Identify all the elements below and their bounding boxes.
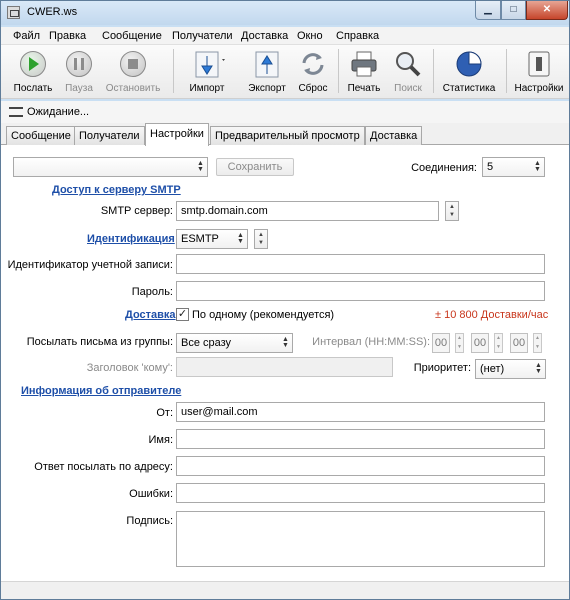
import-button[interactable]: Импорт (183, 49, 231, 94)
menu-file[interactable]: Файл (13, 30, 40, 42)
name-label: Имя: (148, 434, 173, 446)
one-by-one-label: По одному (рекомендуется) (192, 309, 335, 321)
pause-button[interactable]: Пауза (57, 49, 101, 94)
maximize-button[interactable]: □ (501, 1, 526, 20)
menu-message[interactable]: Сообщение (102, 30, 162, 42)
signature-label: Подпись: (126, 515, 173, 527)
sender-section-link[interactable]: Информация об отправителе (21, 385, 181, 397)
delivery-link[interactable]: Доставка (125, 309, 176, 321)
profile-select[interactable]: ▲ ▼ (13, 157, 208, 177)
close-button[interactable]: ✕ (526, 1, 568, 20)
status-text: Ожидание... (27, 106, 90, 118)
chevron-updown-icon: ▲ ▼ (282, 336, 289, 349)
title-bar[interactable]: CWER.ws ▁ □ ✕ (1, 1, 569, 25)
send-button[interactable]: Послать (7, 49, 59, 94)
chevron-updown-icon: ▲ ▼ (237, 232, 244, 245)
waiting-icon (9, 107, 23, 117)
settings-button[interactable]: Настройки (511, 49, 567, 94)
priority-label: Приоритет: (413, 362, 471, 374)
connections-label: Соединения: (411, 162, 477, 174)
reply-to-input[interactable] (176, 456, 545, 476)
reset-icon (298, 49, 328, 79)
settings-panel: ▲ ▼ Сохранить Соединения: 5 ▲ ▼ Доступ к с… (1, 145, 569, 581)
import-icon (192, 49, 225, 79)
stop-icon (118, 49, 148, 79)
account-label: Идентификатор учетной записи: (7, 259, 173, 271)
chevron-updown-icon: ▲ ▼ (534, 160, 541, 173)
stats-icon (454, 49, 484, 79)
toolbar: Послать Пауза Остановить Импорт Экспорт … (1, 45, 569, 99)
interval-hours-spinner[interactable]: ▲ ▼ (455, 333, 464, 353)
menu-bar: Файл Правка Сообщение Получатели Доставк… (1, 27, 569, 45)
export-icon (252, 49, 282, 79)
tab-message[interactable]: Сообщение (6, 126, 76, 145)
app-window: CWER.ws ▁ □ ✕ Файл Правка Сообщение Полу… (0, 0, 570, 600)
interval-minutes[interactable]: 00 (471, 333, 489, 353)
toolbar-separator (433, 49, 434, 93)
auth-select[interactable]: ESMTP ▲ ▼ (176, 229, 248, 249)
errors-input[interactable] (176, 483, 545, 503)
toolbar-separator (338, 49, 339, 93)
chevron-updown-icon: ▲ ▼ (535, 362, 542, 375)
print-icon (349, 49, 379, 79)
save-button[interactable]: Сохранить (216, 158, 294, 176)
priority-select[interactable]: (нет) ▲ ▼ (475, 359, 546, 379)
auth-link[interactable]: Идентификация (87, 233, 175, 245)
from-label: От: (156, 407, 173, 419)
password-input[interactable] (176, 281, 545, 301)
interval-hours[interactable]: 00 (432, 333, 450, 353)
toolbar-separator (506, 49, 507, 93)
statistics-button[interactable]: Статистика (438, 49, 500, 94)
group-send-label: Посылать письма из группы: (26, 336, 173, 348)
from-input[interactable]: user@mail.com (176, 402, 545, 422)
errors-label: Ошибки: (129, 488, 173, 500)
interval-seconds-spinner[interactable]: ▲ ▼ (533, 333, 542, 353)
tab-bar: Сообщение Получатели Настройки Предварит… (1, 123, 569, 146)
settings-icon (524, 49, 554, 79)
menu-recipients[interactable]: Получатели (172, 30, 233, 42)
stop-button[interactable]: Остановить (101, 49, 165, 94)
name-input[interactable] (176, 429, 545, 449)
toolbar-separator (173, 49, 174, 93)
interval-label: Интервал (HH:MM:SS): (312, 336, 430, 348)
status-bar (1, 581, 569, 599)
reply-to-label: Ответ посылать по адресу: (34, 461, 173, 473)
print-button[interactable]: Печать (343, 49, 385, 94)
smtp-server-spinner[interactable]: ▲ ▼ (445, 201, 459, 221)
one-by-one-checkbox[interactable]: ✓ (176, 308, 189, 321)
play-icon (18, 49, 48, 79)
tab-settings[interactable]: Настройки (145, 123, 209, 146)
interval-minutes-spinner[interactable]: ▲ ▼ (494, 333, 503, 353)
menu-delivery[interactable]: Доставка (241, 30, 288, 42)
delivery-rate: ± 10 800 Доставки/час (435, 309, 549, 321)
account-input[interactable] (176, 254, 545, 274)
tab-preview[interactable]: Предварительный просмотр (210, 126, 365, 145)
password-label: Пароль: (131, 286, 173, 298)
smtp-server-label: SMTP сервер: (100, 205, 173, 217)
interval-seconds[interactable]: 00 (510, 333, 528, 353)
to-header-label: Заголовок 'кому': (86, 362, 173, 374)
menu-window[interactable]: Окно (297, 30, 323, 42)
search-button[interactable]: Поиск (390, 49, 426, 94)
signature-textarea[interactable] (176, 511, 545, 567)
group-send-select[interactable]: Все сразу ▲ ▼ (176, 333, 293, 353)
window-title: CWER.ws (27, 6, 78, 18)
pause-icon (64, 49, 94, 79)
status-line: Ожидание... (1, 101, 569, 123)
app-icon (7, 6, 20, 19)
auth-spinner[interactable]: ▲ ▼ (254, 229, 268, 249)
reset-button[interactable]: Сброс (294, 49, 332, 94)
tab-recipients[interactable]: Получатели (74, 126, 145, 145)
smtp-section-link[interactable]: Доступ к серверу SMTP (52, 184, 181, 196)
export-button[interactable]: Экспорт (242, 49, 292, 94)
chevron-updown-icon: ▲ ▼ (197, 160, 204, 173)
menu-edit[interactable]: Правка (49, 30, 86, 42)
to-header-input[interactable] (176, 357, 393, 377)
minimize-button[interactable]: ▁ (475, 1, 501, 20)
smtp-server-input[interactable]: smtp.domain.com (176, 201, 439, 221)
tab-delivery[interactable]: Доставка (365, 126, 423, 145)
search-icon (393, 49, 423, 79)
connections-select[interactable]: 5 ▲ ▼ (482, 157, 545, 177)
menu-help[interactable]: Справка (336, 30, 379, 42)
